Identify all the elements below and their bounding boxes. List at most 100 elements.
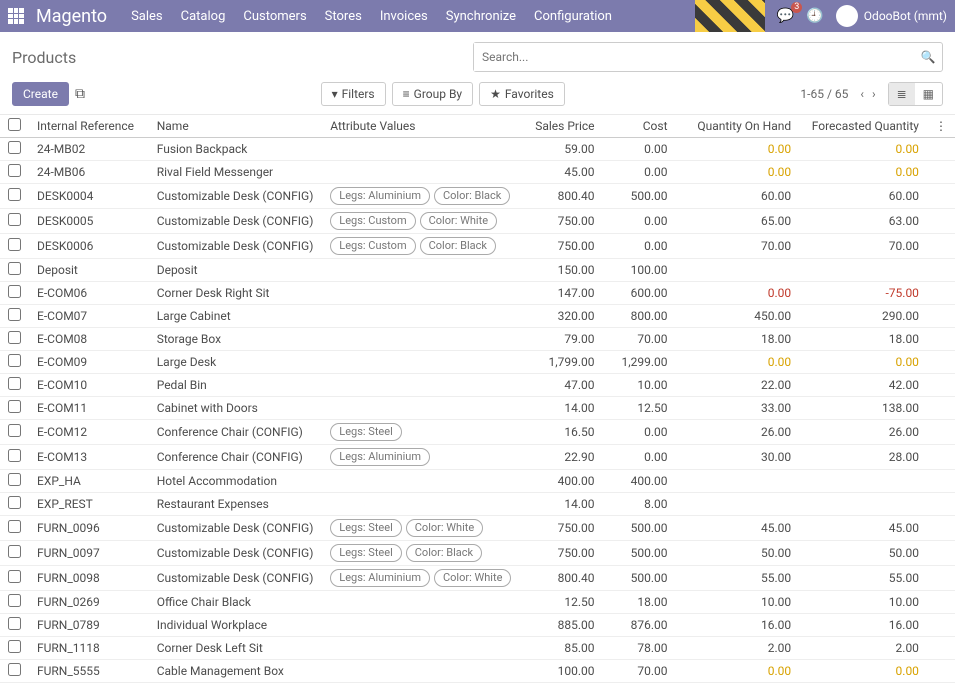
table-scroll[interactable]: Internal Reference Name Attribute Values… [0,115,955,683]
cell-fore: -75.00 [799,282,927,305]
table-row[interactable]: FURN_5555Cable Management Box100.0070.00… [0,660,955,683]
table-row[interactable]: DESK0004Customizable Desk (CONFIG)Legs: … [0,184,955,209]
table-row[interactable]: FURN_0098Customizable Desk (CONFIG)Legs:… [0,566,955,591]
table-row[interactable]: EXP_HAHotel Accommodation400.00400.00 [0,470,955,493]
cell-name: Customizable Desk (CONFIG) [149,209,323,234]
attribute-tag: Color: Black [434,187,510,205]
table-row[interactable]: E-COM13Conference Chair (CONFIG)Legs: Al… [0,445,955,470]
cell-cost: 1,299.00 [603,351,676,374]
menu-stores[interactable]: Stores [325,9,362,24]
search-input[interactable] [474,43,914,71]
col-options-icon[interactable]: ⋮ [927,115,955,138]
activities-icon[interactable]: 🕘 [806,8,823,24]
cell-sales: 885.00 [523,614,602,637]
menu-sales[interactable]: Sales [131,9,163,24]
view-kanban-icon[interactable]: ▦ [915,83,942,105]
table-row[interactable]: E-COM11Cabinet with Doors14.0012.5033.00… [0,397,955,420]
table-row[interactable]: E-COM06Corner Desk Right Sit147.00600.00… [0,282,955,305]
row-checkbox[interactable] [8,545,21,558]
row-checkbox[interactable] [8,308,21,321]
row-checkbox[interactable] [8,377,21,390]
row-checkbox[interactable] [8,594,21,607]
row-checkbox[interactable] [8,141,21,154]
cell-attr: Legs: Steel [322,420,523,445]
cell-name: Corner Desk Left Sit [149,637,323,660]
cell-name: Conference Chair (CONFIG) [149,445,323,470]
col-ref[interactable]: Internal Reference [29,115,149,138]
table-row[interactable]: 24-MB06Rival Field Messenger45.000.000.0… [0,161,955,184]
row-checkbox[interactable] [8,617,21,630]
groupby-button[interactable]: ≡Group By [392,82,473,106]
menu-catalog[interactable]: Catalog [181,9,226,24]
row-checkbox[interactable] [8,449,21,462]
col-sales[interactable]: Sales Price [523,115,602,138]
table-row[interactable]: 24-MB02Fusion Backpack59.000.000.000.00 [0,138,955,161]
table-row[interactable]: DESK0005Customizable Desk (CONFIG)Legs: … [0,209,955,234]
row-checkbox[interactable] [8,640,21,653]
table-row[interactable]: E-COM10Pedal Bin47.0010.0022.0042.00 [0,374,955,397]
row-checkbox[interactable] [8,188,21,201]
table-row[interactable]: DepositDeposit150.00100.00 [0,259,955,282]
cell-sales: 750.00 [523,234,602,259]
cell-qty: 55.00 [676,566,800,591]
row-checkbox[interactable] [8,331,21,344]
cell-qty: 50.00 [676,541,800,566]
table-row[interactable]: E-COM07Large Cabinet320.00800.00450.0029… [0,305,955,328]
row-checkbox[interactable] [8,424,21,437]
table-row[interactable]: FURN_0097Customizable Desk (CONFIG)Legs:… [0,541,955,566]
row-checkbox[interactable] [8,663,21,676]
apps-icon[interactable] [8,8,24,24]
attribute-tag: Color: White [406,519,483,537]
search-box[interactable]: 🔍 [473,42,943,72]
col-fore[interactable]: Forecasted Quantity [799,115,927,138]
row-checkbox[interactable] [8,473,21,486]
cell-attr: Legs: CustomColor: White [322,209,523,234]
row-checkbox[interactable] [8,285,21,298]
row-checkbox[interactable] [8,354,21,367]
search-icon[interactable]: 🔍 [914,43,942,71]
table-row[interactable]: FURN_0096Customizable Desk (CONFIG)Legs:… [0,516,955,541]
col-attr[interactable]: Attribute Values [322,115,523,138]
cell-attr [322,470,523,493]
table-row[interactable]: EXP_RESTRestaurant Expenses14.008.00 [0,493,955,516]
col-qty[interactable]: Quantity On Hand [676,115,800,138]
cell-attr [322,282,523,305]
cell-qty: 16.00 [676,614,800,637]
menu-customers[interactable]: Customers [243,9,306,24]
table-row[interactable]: FURN_0269Office Chair Black12.5018.0010.… [0,591,955,614]
menu-configuration[interactable]: Configuration [534,9,612,24]
table-row[interactable]: E-COM09Large Desk1,799.001,299.000.000.0… [0,351,955,374]
cell-qty: 18.00 [676,328,800,351]
col-name[interactable]: Name [149,115,323,138]
menu-synchronize[interactable]: Synchronize [446,9,516,24]
row-checkbox[interactable] [8,164,21,177]
table-row[interactable]: DESK0006Customizable Desk (CONFIG)Legs: … [0,234,955,259]
row-checkbox[interactable] [8,520,21,533]
user-menu[interactable]: OdooBot (mmt) [836,5,947,27]
cell-fore: 26.00 [799,420,927,445]
import-icon[interactable]: ⧉ [75,86,85,102]
messages-icon[interactable]: 💬3 [777,8,794,24]
row-checkbox[interactable] [8,496,21,509]
pager-prev-icon[interactable]: ‹ [856,87,868,101]
pager-next-icon[interactable]: › [868,87,880,101]
table-row[interactable]: FURN_1118Corner Desk Left Sit85.0078.002… [0,637,955,660]
menu-invoices[interactable]: Invoices [380,9,428,24]
row-checkbox[interactable] [8,570,21,583]
table-row[interactable]: E-COM12Conference Chair (CONFIG)Legs: St… [0,420,955,445]
table-row[interactable]: E-COM08Storage Box79.0070.0018.0018.00 [0,328,955,351]
cell-attr [322,328,523,351]
row-checkbox[interactable] [8,213,21,226]
filters-button[interactable]: ▾Filters [321,82,386,106]
view-list-icon[interactable]: ≣ [889,83,915,105]
select-all-checkbox[interactable] [8,118,21,131]
cell-ref: DESK0005 [29,209,149,234]
table-row[interactable]: FURN_0789Individual Workplace885.00876.0… [0,614,955,637]
create-button[interactable]: Create [12,82,69,106]
row-checkbox[interactable] [8,238,21,251]
row-checkbox[interactable] [8,400,21,413]
favorites-button[interactable]: ★Favorites [479,82,565,106]
col-cost[interactable]: Cost [603,115,676,138]
cell-fore: 60.00 [799,184,927,209]
row-checkbox[interactable] [8,262,21,275]
